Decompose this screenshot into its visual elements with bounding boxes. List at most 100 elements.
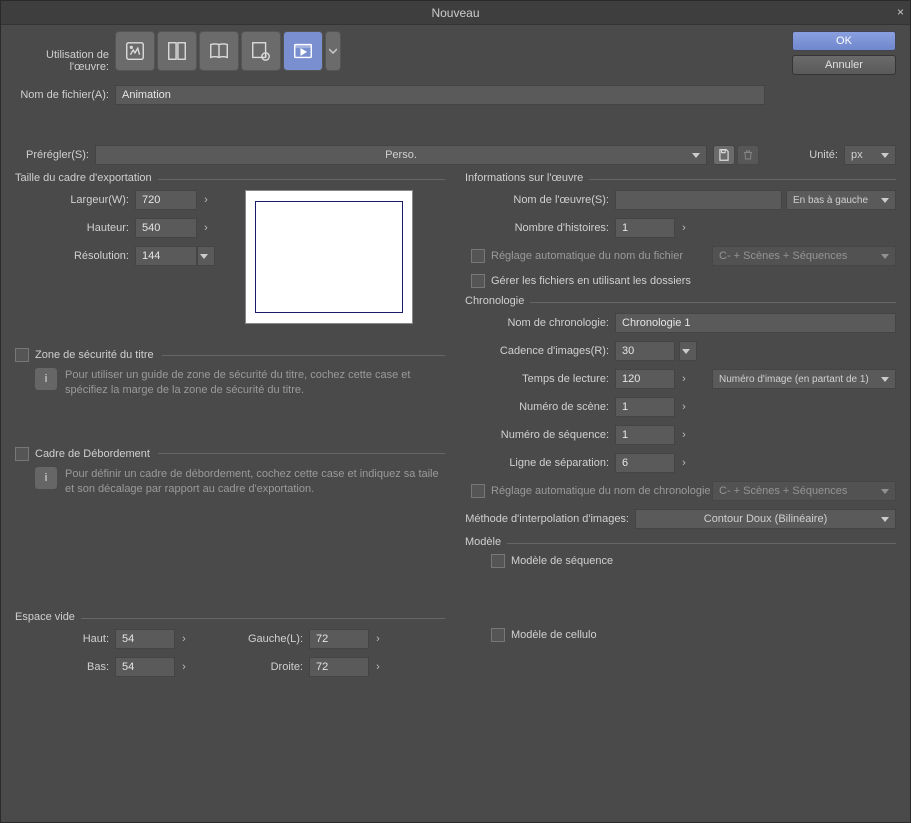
safezone-checkbox[interactable] — [15, 348, 29, 362]
unit-select[interactable]: px — [844, 145, 896, 165]
autoname-checkbox[interactable] — [471, 249, 485, 263]
book-icon[interactable] — [199, 31, 239, 71]
play-stepper[interactable]: › — [675, 369, 693, 389]
play-mode-value: Numéro d'image (en partant de 1) — [719, 374, 869, 385]
timeline-group: Chronologie Nom de chronologie: Chronolo… — [465, 302, 896, 529]
work-info-group: Informations sur l'œuvre Nom de l'œuvre(… — [465, 179, 896, 288]
info-icon: i — [35, 368, 57, 390]
width-input[interactable]: 720 — [135, 190, 197, 210]
name-position-value: En bas à gauche — [793, 195, 868, 206]
blank-bottom-stepper[interactable]: › — [175, 657, 193, 677]
unit-value: px — [851, 149, 863, 161]
overflow-checkbox[interactable] — [15, 447, 29, 461]
resolution-label: Résolution: — [15, 250, 135, 262]
window-title: Nouveau — [431, 6, 479, 20]
ok-button[interactable]: OK — [792, 31, 896, 51]
stories-stepper[interactable]: › — [675, 218, 693, 238]
blank-top-stepper[interactable]: › — [175, 629, 193, 649]
blank-right-stepper[interactable]: › — [369, 657, 387, 677]
name-position-select[interactable]: En bas à gauche — [786, 190, 896, 210]
height-input[interactable]: 540 — [135, 218, 197, 238]
blank-right-input[interactable]: 72 — [309, 657, 369, 677]
seq-stepper[interactable]: › — [675, 425, 693, 445]
blank-left-input[interactable]: 72 — [309, 629, 369, 649]
delete-preset-icon[interactable] — [737, 145, 759, 165]
blank-left-stepper[interactable]: › — [369, 629, 387, 649]
height-label: Hauteur: — [15, 222, 135, 234]
info-icon: i — [35, 467, 57, 489]
new-dialog: Nouveau × Utilisation de l'œuvre: — [0, 0, 911, 823]
tl-name-input[interactable]: Chronologie 1 — [615, 313, 896, 333]
ok-label: OK — [836, 35, 852, 47]
scene-label: Numéro de scène: — [465, 401, 615, 413]
width-label: Largeur(W): — [15, 194, 135, 206]
animation-icon[interactable] — [283, 31, 323, 71]
blank-space-group: Espace vide Haut: 54 › Bas: 54 › — [15, 618, 445, 685]
tpl-seq-label: Modèle de séquence — [511, 555, 613, 567]
tpl-cel-checkbox[interactable] — [491, 628, 505, 642]
usage-icon-strip — [115, 31, 341, 71]
play-input[interactable]: 120 — [615, 369, 675, 389]
preset-label: Prérégler(S): — [15, 149, 95, 161]
export-size-label: Taille du cadre d'exportation — [15, 172, 158, 184]
play-mode-select[interactable]: Numéro d'image (en partant de 1) — [712, 369, 896, 389]
filename-input[interactable]: Animation — [115, 85, 765, 105]
auto-tlname-pattern-value: C- + Scènes + Séquences — [719, 485, 847, 497]
fps-dropdown[interactable] — [679, 341, 697, 361]
sep-label: Ligne de séparation: — [465, 457, 615, 469]
titlebar: Nouveau × — [1, 1, 910, 25]
auto-tlname-label: Réglage automatique du nom de chronologi… — [491, 485, 711, 497]
blank-bottom-label: Bas: — [15, 661, 115, 673]
cancel-button[interactable]: Annuler — [792, 55, 896, 75]
interp-select[interactable]: Contour Doux (Bilinéaire) — [635, 509, 896, 529]
canvas-preview — [245, 190, 413, 324]
overflow-label: Cadre de Débordement — [35, 448, 150, 460]
tpl-seq-checkbox[interactable] — [491, 554, 505, 568]
blank-space-label: Espace vide — [15, 611, 81, 623]
timeline-group-label: Chronologie — [465, 295, 530, 307]
auto-tlname-pattern-select: C- + Scènes + Séquences — [712, 481, 896, 501]
width-stepper[interactable]: › — [197, 190, 215, 210]
autoname-pattern-value: C- + Scènes + Séquences — [719, 250, 847, 262]
auto-tlname-checkbox[interactable] — [471, 484, 485, 498]
fps-label: Cadence d'images(R): — [465, 345, 615, 357]
stories-label: Nombre d'histoires: — [465, 222, 615, 234]
resolution-dropdown[interactable] — [197, 246, 215, 266]
resolution-input[interactable]: 144 — [135, 246, 197, 266]
stories-input[interactable]: 1 — [615, 218, 675, 238]
save-preset-icon[interactable] — [713, 145, 735, 165]
scene-input[interactable]: 1 — [615, 397, 675, 417]
blank-right-label: Droite: — [219, 661, 309, 673]
unit-label: Unité: — [809, 149, 844, 161]
tl-name-label: Nom de chronologie: — [465, 317, 615, 329]
work-info-label: Informations sur l'œuvre — [465, 172, 589, 184]
folders-label: Gérer les fichiers en utilisant les doss… — [491, 275, 691, 287]
comic-icon[interactable] — [157, 31, 197, 71]
template-group-label: Modèle — [465, 536, 507, 548]
folders-checkbox[interactable] — [471, 274, 485, 288]
fps-input[interactable]: 30 — [615, 341, 675, 361]
preset-select[interactable]: Perso. — [95, 145, 707, 165]
usage-more-dropdown[interactable] — [325, 31, 341, 71]
overflow-help: Pour définir un cadre de débordement, co… — [65, 467, 445, 498]
usage-label: Utilisation de l'œuvre: — [15, 31, 115, 73]
settings-page-icon[interactable] — [241, 31, 281, 71]
filename-label: Nom de fichier(A): — [15, 89, 115, 101]
blank-top-input[interactable]: 54 — [115, 629, 175, 649]
sep-stepper[interactable]: › — [675, 453, 693, 473]
close-icon[interactable]: × — [897, 5, 904, 19]
autoname-pattern-select: C- + Scènes + Séquences — [712, 246, 896, 266]
seq-label: Numéro de séquence: — [465, 429, 615, 441]
work-name-input[interactable] — [615, 190, 782, 210]
blank-top-label: Haut: — [15, 633, 115, 645]
tpl-cel-label: Modèle de cellulo — [511, 629, 597, 641]
sep-input[interactable]: 6 — [615, 453, 675, 473]
seq-input[interactable]: 1 — [615, 425, 675, 445]
illustration-icon[interactable] — [115, 31, 155, 71]
work-name-label: Nom de l'œuvre(S): — [465, 194, 615, 206]
height-stepper[interactable]: › — [197, 218, 215, 238]
blank-bottom-input[interactable]: 54 — [115, 657, 175, 677]
blank-left-label: Gauche(L): — [219, 633, 309, 645]
autoname-label: Réglage automatique du nom du fichier — [491, 250, 683, 262]
scene-stepper[interactable]: › — [675, 397, 693, 417]
